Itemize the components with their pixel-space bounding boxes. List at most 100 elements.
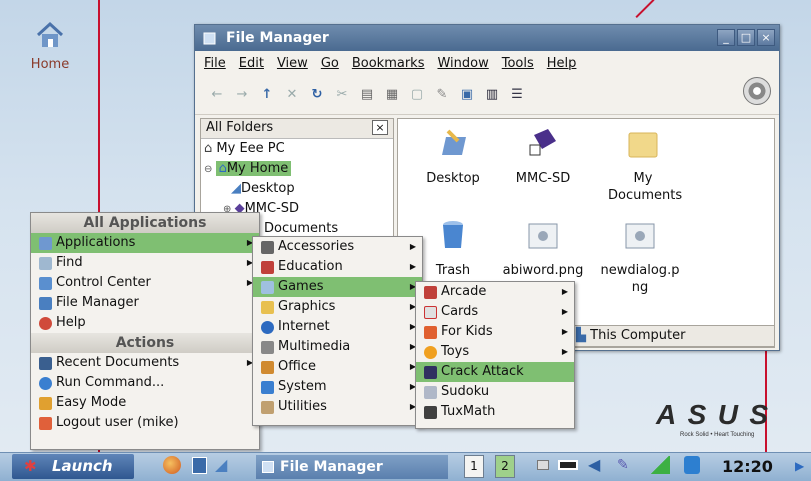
game-crack-attack[interactable]: Crack Attack (416, 362, 574, 382)
detail-view-icon[interactable]: ☰ (509, 87, 525, 103)
start-menu-run-command[interactable]: Run Command... (31, 373, 259, 393)
forward-icon[interactable]: → (234, 87, 250, 103)
file-item[interactable]: MMC-SD (498, 127, 588, 187)
file-item[interactable]: newdialog.png (595, 219, 685, 296)
network-icon[interactable]: ✎ (617, 457, 629, 473)
games-category-toys[interactable]: Toys ▶ (416, 342, 574, 362)
app-category-utilities[interactable]: Utilities ▶ (253, 397, 422, 417)
desktop-home-shortcut[interactable]: Home (26, 20, 74, 72)
menu-label: Utilities (278, 399, 327, 414)
clock: 12:20 (722, 457, 773, 476)
back-icon[interactable]: ← (209, 87, 225, 103)
submenu-arrow-icon: ▶ (409, 242, 416, 251)
list-view-icon[interactable]: ▥ (484, 87, 500, 103)
file-label: abiword.png (502, 263, 584, 278)
workspace-1-button[interactable]: 1 (464, 455, 484, 478)
app-category-office[interactable]: Office ▶ (253, 357, 422, 377)
minimize-button[interactable]: _ (717, 29, 735, 46)
help-icon (39, 316, 52, 330)
cut-icon[interactable]: ✂ (334, 87, 350, 103)
properties-icon[interactable]: ✎ (434, 87, 450, 103)
maximize-button[interactable]: □ (737, 29, 755, 46)
start-menu-recent-documents[interactable]: Recent Documents ▶ (31, 353, 259, 373)
asus-logo: ASUS Rock Solid • Heart Touching (655, 400, 768, 438)
delete-icon[interactable]: ▢ (409, 87, 425, 103)
menu-edit[interactable]: Edit (239, 56, 264, 75)
file-manager-launcher-icon[interactable] (192, 457, 207, 474)
tree-label: My Home (226, 161, 289, 176)
file-item[interactable]: Desktop (408, 127, 498, 187)
menu-label: TuxMath (441, 404, 496, 419)
desktop-launcher-icon[interactable]: ◢ (215, 455, 227, 474)
app-category-education[interactable]: Education ▶ (253, 257, 422, 277)
tree-item-my-home[interactable]: ⊖ ⌂My Home (201, 159, 393, 179)
firefox-icon[interactable] (163, 456, 181, 474)
menu-view[interactable]: View (277, 56, 308, 75)
start-menu-logout[interactable]: Logout user (mike) (31, 413, 259, 433)
icon-view-icon[interactable]: ▣ (459, 87, 475, 103)
tree-label: Desktop (241, 181, 295, 196)
menu-label: Logout user (mike) (56, 415, 179, 430)
games-category-cards[interactable]: Cards ▶ (416, 302, 574, 322)
applications-icon (39, 236, 52, 250)
status-bar: ▙ This Computer (571, 325, 775, 347)
game-tuxmath[interactable]: TuxMath (416, 402, 574, 422)
storage-icon[interactable] (537, 460, 549, 470)
menu-label: Cards (441, 304, 479, 319)
game-sudoku[interactable]: Sudoku (416, 382, 574, 402)
media-icon[interactable] (743, 77, 771, 105)
window-titlebar[interactable]: File Manager (195, 25, 779, 51)
menu-file[interactable]: File (204, 56, 226, 75)
lock-icon[interactable] (684, 456, 700, 474)
start-menu-help[interactable]: Help (31, 313, 259, 333)
start-menu-find[interactable]: Find ▶ (31, 253, 259, 273)
app-category-graphics[interactable]: Graphics ▶ (253, 297, 422, 317)
volume-icon[interactable]: ◀ (588, 455, 600, 474)
file-item[interactable]: My Documents (598, 127, 688, 204)
workspace-2-button[interactable]: 2 (495, 455, 515, 478)
app-category-internet[interactable]: Internet ▶ (253, 317, 422, 337)
start-menu-easy-mode[interactable]: Easy Mode (31, 393, 259, 413)
taskbar-task-file-manager[interactable]: File Manager (256, 455, 448, 479)
copy-icon[interactable]: ▤ (359, 87, 375, 103)
home-icon (36, 21, 64, 47)
launch-button[interactable]: ✱ Launch (12, 454, 134, 479)
menu-label: Toys (441, 344, 470, 359)
taskbar-scroll-right-icon[interactable]: ▶ (795, 459, 804, 473)
menu-bookmarks[interactable]: Bookmarks (352, 56, 425, 75)
menu-window[interactable]: Window (437, 56, 488, 75)
tree-item-my-eee-pc[interactable]: ⌂ My Eee PC (201, 139, 393, 159)
file-item[interactable]: abiword.png (498, 219, 588, 279)
up-icon[interactable]: ↑ (259, 87, 275, 103)
menu-help[interactable]: Help (547, 56, 577, 75)
app-category-multimedia[interactable]: Multimedia ▶ (253, 337, 422, 357)
cards-icon (424, 305, 437, 319)
menu-go[interactable]: Go (321, 56, 339, 75)
games-category-for-kids[interactable]: For Kids ▶ (416, 322, 574, 342)
start-menu-applications[interactable]: Applications ▶ (31, 233, 259, 253)
tree-item-desktop[interactable]: ◢Desktop (201, 179, 393, 199)
submenu-arrow-icon: ▶ (409, 262, 416, 271)
menu-tools[interactable]: Tools (502, 56, 534, 75)
easy-mode-icon (39, 396, 52, 410)
stop-icon[interactable]: ✕ (284, 87, 300, 103)
app-category-games[interactable]: Games ▶ (253, 277, 422, 297)
menu-label: Graphics (278, 299, 336, 314)
tree-close-button[interactable]: × (372, 120, 388, 135)
wifi-signal-icon[interactable] (650, 456, 670, 474)
reload-icon[interactable]: ↻ (309, 87, 325, 103)
games-category-arcade[interactable]: Arcade ▶ (416, 282, 574, 302)
tree-label: My Eee PC (216, 141, 285, 156)
svg-text:Rock Solid • Heart Touching: Rock Solid • Heart Touching (680, 432, 754, 438)
crack-attack-icon (424, 365, 437, 379)
start-menu-control-center[interactable]: Control Center ▶ (31, 273, 259, 293)
paste-icon[interactable]: ▦ (384, 87, 400, 103)
menu-label: Games (278, 279, 324, 294)
battery-icon[interactable] (558, 460, 578, 470)
close-button[interactable]: × (757, 29, 775, 46)
start-menu-file-manager[interactable]: File Manager (31, 293, 259, 313)
app-category-accessories[interactable]: Accessories ▶ (253, 237, 422, 257)
file-manager-icon (262, 461, 274, 473)
app-category-system[interactable]: System ▶ (253, 377, 422, 397)
menu-label: Recent Documents (56, 355, 180, 370)
